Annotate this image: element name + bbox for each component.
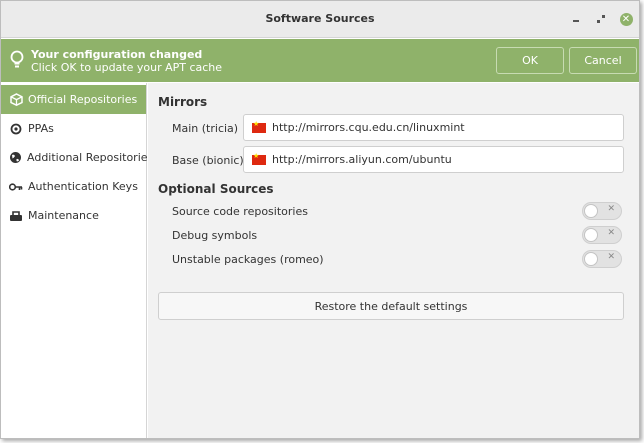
- maximize-button[interactable]: [593, 11, 609, 27]
- config-changed-infobar: Your configuration changed Click OK to u…: [1, 39, 639, 82]
- toggle-knob: [584, 252, 598, 266]
- base-mirror-button[interactable]: http://mirrors.aliyun.com/ubuntu: [243, 146, 624, 173]
- ok-button[interactable]: OK: [496, 47, 564, 74]
- unstable-packages-toggle[interactable]: ✕: [582, 250, 622, 268]
- sidebar-item-maintenance[interactable]: Maintenance: [1, 201, 146, 230]
- minimize-icon: [573, 19, 579, 22]
- sidebar-item-label: Additional Repositories: [27, 151, 154, 164]
- china-flag-icon: [252, 152, 266, 165]
- sidebar-item-ppas[interactable]: PPAs: [1, 114, 146, 143]
- debug-symbols-label: Debug symbols: [172, 229, 258, 242]
- toggle-knob: [584, 228, 598, 242]
- tools-icon: [9, 209, 23, 223]
- toggle-off-icon: ✕: [607, 252, 615, 262]
- ppa-icon: [9, 122, 23, 136]
- sidebar-item-label: Official Repositories: [28, 93, 138, 106]
- main-panel: Mirrors Main (tricia) http://mirrors.cqu…: [148, 83, 639, 438]
- lightbulb-icon: [10, 50, 24, 68]
- debug-symbols-toggle[interactable]: ✕: [582, 226, 622, 244]
- key-icon: [9, 180, 23, 194]
- software-sources-window: Software Sources ✕ Your configuration ch…: [0, 0, 640, 439]
- infobar-text: Your configuration changed Click OK to u…: [31, 48, 222, 74]
- globe-icon: [9, 151, 22, 165]
- toggle-off-icon: ✕: [607, 204, 615, 214]
- main-mirror-url: http://mirrors.cqu.edu.cn/linuxmint: [272, 121, 465, 134]
- restore-defaults-button[interactable]: Restore the default settings: [158, 292, 624, 320]
- sidebar-item-official-repositories[interactable]: Official Repositories: [1, 85, 146, 114]
- sidebar-item-label: PPAs: [28, 122, 54, 135]
- source-code-label: Source code repositories: [172, 205, 308, 218]
- sidebar-item-additional-repositories[interactable]: Additional Repositories: [1, 143, 153, 172]
- close-button[interactable]: ✕: [618, 11, 634, 27]
- maximize-icon: [597, 15, 605, 23]
- main-mirror-label: Main (tricia): [172, 122, 239, 135]
- cancel-button[interactable]: Cancel: [569, 47, 637, 74]
- sidebar-item-label: Authentication Keys: [28, 180, 138, 193]
- china-flag-icon: [252, 120, 266, 133]
- main-mirror-button[interactable]: http://mirrors.cqu.edu.cn/linuxmint: [243, 114, 624, 141]
- sidebar-item-label: Maintenance: [28, 209, 99, 222]
- window-title: Software Sources: [265, 12, 375, 25]
- close-icon: ✕: [619, 12, 633, 26]
- base-mirror-label: Base (bionic): [172, 154, 244, 167]
- minimize-button[interactable]: [568, 11, 584, 27]
- sidebar-item-authentication-keys[interactable]: Authentication Keys: [1, 172, 146, 201]
- sidebar: Official Repositories PPAs Additional Re…: [1, 83, 153, 438]
- source-code-toggle[interactable]: ✕: [582, 202, 622, 220]
- infobar-subtitle: Click OK to update your APT cache: [31, 61, 223, 74]
- toggle-off-icon: ✕: [607, 228, 615, 238]
- toggle-knob: [584, 204, 598, 218]
- unstable-packages-label: Unstable packages (romeo): [172, 253, 324, 266]
- base-mirror-url: http://mirrors.aliyun.com/ubuntu: [272, 153, 452, 166]
- infobar-title: Your configuration changed: [31, 48, 203, 61]
- title-bar: Software Sources ✕: [1, 1, 639, 38]
- mirrors-heading: Mirrors: [158, 95, 208, 109]
- package-icon: [9, 93, 23, 107]
- optional-sources-heading: Optional Sources: [158, 182, 274, 196]
